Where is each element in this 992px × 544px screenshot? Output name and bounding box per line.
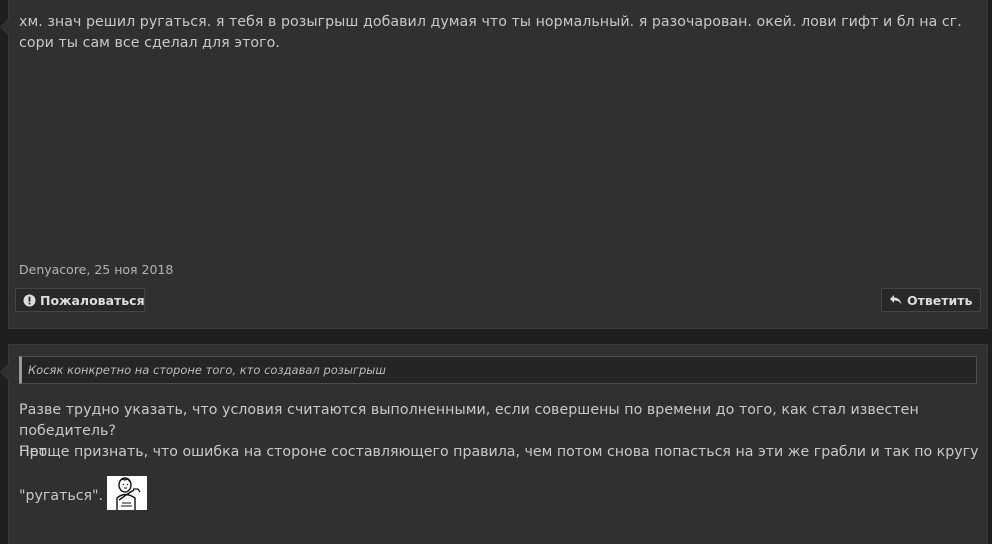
post-message: хм. знач решил ругаться. я тебя в розыгр… (0, 0, 988, 329)
post-meta: Denyacore, 25 ноя 2018 (19, 262, 173, 277)
post-body-text: хм. знач решил ругаться. я тебя в розыгр… (19, 14, 967, 51)
post-author-link[interactable]: Denyacore (19, 262, 86, 277)
post-message: Косяк конкретно на стороне того, кто соз… (0, 344, 988, 544)
reply-button-label: Ответить (907, 292, 973, 308)
forum-thread-viewport: хм. знач решил ругаться. я тебя в розыгр… (0, 0, 992, 544)
report-button-label: Пожаловаться (40, 292, 145, 308)
post-line-with-emoji: "ругаться". (19, 476, 148, 510)
facepalm-meme-emoji (107, 476, 148, 510)
reply-button[interactable]: Ответить (881, 288, 981, 312)
post-pointer-arrow (0, 18, 9, 36)
report-button[interactable]: Пожаловаться (15, 288, 145, 312)
post-date[interactable]: 25 ноя 2018 (94, 262, 173, 277)
post-line: Проще признать, что ошибка на стороне со… (19, 444, 979, 460)
post-pointer-arrow (0, 363, 9, 381)
quote-block: Косяк конкретно на стороне того, кто соз… (19, 356, 977, 384)
post-line: "ругаться". (19, 487, 104, 504)
reply-arrow-icon (889, 293, 903, 307)
exclamation-circle-icon (23, 293, 36, 307)
post-line: Разве трудно указать, что условия считаю… (19, 402, 924, 439)
